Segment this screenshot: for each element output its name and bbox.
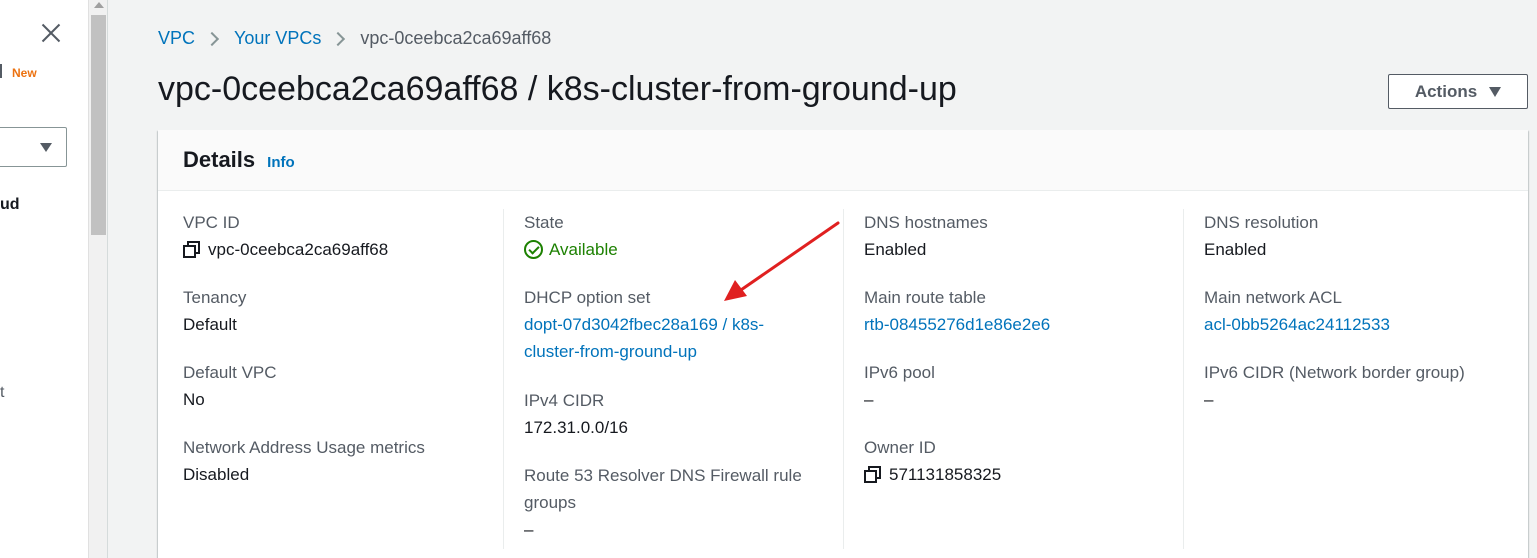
scroll-thumb[interactable] bbox=[91, 15, 106, 235]
vpc-id-value: vpc-0ceebca2ca69aff68 bbox=[208, 240, 389, 259]
owner-id-value: 571131858325 bbox=[889, 465, 1002, 484]
default-vpc-value: No bbox=[183, 390, 205, 409]
field-label: DNS resolution bbox=[1204, 213, 1319, 232]
ipv6-pool-value: – bbox=[864, 390, 874, 409]
field-ipv6-pool: IPv6 pool – bbox=[864, 359, 935, 413]
copy-icon[interactable] bbox=[864, 466, 881, 483]
details-column-2: State Available DHCP option set dopt-07d… bbox=[503, 209, 843, 549]
details-column-4: DNS resolution Enabled Main network ACL … bbox=[1183, 209, 1528, 549]
page-title: vpc-0ceebca2ca69aff68 / k8s-cluster-from… bbox=[158, 70, 957, 108]
state-value-row: Available bbox=[524, 236, 618, 263]
owner-id-row: 571131858325 bbox=[864, 461, 1001, 488]
field-label: DNS hostnames bbox=[864, 213, 988, 232]
field-nau-metrics: Network Address Usage metrics Disabled bbox=[183, 434, 425, 488]
field-label: IPv4 CIDR bbox=[524, 391, 605, 410]
field-label: Owner ID bbox=[864, 438, 936, 457]
field-label-line-1: Route 53 Resolver DNS Firewall rule bbox=[524, 466, 802, 485]
details-header: Details Info bbox=[158, 130, 1528, 191]
dhcp-link-line-2: cluster-from-ground-up bbox=[524, 342, 697, 361]
breadcrumb-current: vpc-0ceebca2ca69aff68 bbox=[360, 28, 552, 48]
nau-metrics-value: Disabled bbox=[183, 465, 250, 484]
status-success-icon bbox=[524, 240, 543, 259]
new-badge: New bbox=[12, 66, 37, 80]
field-ipv6-cidr: IPv6 CIDR (Network border group) – bbox=[1204, 359, 1465, 413]
field-main-route-table: Main route table rtb-08455276d1e86e2e6 bbox=[864, 284, 1050, 338]
details-columns: VPC ID vpc-0ceebca2ca69aff68 Tenancy Def… bbox=[158, 191, 1528, 558]
details-title: Details bbox=[183, 147, 256, 172]
caret-down-icon bbox=[40, 143, 52, 152]
nav-filter-select[interactable] bbox=[0, 127, 67, 167]
nav-section-heading: ud bbox=[0, 196, 20, 213]
field-tenancy: Tenancy Default bbox=[183, 284, 246, 338]
field-value-row: vpc-0ceebca2ca69aff68 bbox=[183, 236, 388, 263]
field-vpc-id: VPC ID vpc-0ceebca2ca69aff68 bbox=[183, 209, 388, 263]
field-label: IPv6 CIDR (Network border group) bbox=[1204, 363, 1465, 382]
actions-label: Actions bbox=[1414, 81, 1478, 101]
dhcp-option-set-link[interactable]: dopt-07d3042fbec28a169 / k8s- cluster-fr… bbox=[524, 311, 764, 365]
main-network-acl-link[interactable]: acl-0bb5264ac24112533 bbox=[1204, 311, 1390, 338]
breadcrumb: VPC Your VPCs vpc-0ceebca2ca69aff68 bbox=[158, 28, 551, 49]
route53-value: – bbox=[524, 520, 534, 539]
field-ipv4-cidr: IPv4 CIDR 172.31.0.0/16 bbox=[524, 387, 628, 441]
caret-down-icon bbox=[1489, 86, 1502, 97]
ipv6-cidr-value: – bbox=[1204, 390, 1214, 409]
nav-item[interactable]: t bbox=[0, 384, 4, 402]
state-value: Available bbox=[549, 240, 618, 259]
field-label: State bbox=[524, 213, 564, 232]
chevron-right-icon bbox=[331, 31, 346, 46]
info-link[interactable]: Info bbox=[267, 154, 295, 171]
copy-icon[interactable] bbox=[183, 241, 200, 258]
external-link-icon bbox=[0, 64, 3, 78]
field-owner-id: Owner ID 571131858325 bbox=[864, 434, 1001, 488]
dns-resolution-value: Enabled bbox=[1204, 240, 1267, 259]
nav-scrollbar[interactable] bbox=[88, 0, 108, 558]
actions-button[interactable]: Actions bbox=[1388, 74, 1528, 109]
field-label-line-2: groups bbox=[524, 493, 576, 512]
field-label: VPC ID bbox=[183, 213, 240, 232]
dns-hostnames-value: Enabled bbox=[864, 240, 927, 259]
chevron-right-icon bbox=[204, 31, 220, 46]
details-column-3: DNS hostnames Enabled Main route table r… bbox=[843, 209, 1183, 549]
field-dns-resolution: DNS resolution Enabled bbox=[1204, 209, 1318, 263]
scroll-up-icon[interactable] bbox=[94, 2, 104, 8]
breadcrumb-vpc[interactable]: VPC bbox=[158, 28, 195, 49]
tenancy-value: Default bbox=[183, 315, 237, 334]
dhcp-link-line-1: dopt-07d3042fbec28a169 / k8s- bbox=[524, 315, 765, 334]
field-dhcp-option-set: DHCP option set dopt-07d3042fbec28a169 /… bbox=[524, 284, 764, 365]
close-icon[interactable] bbox=[38, 20, 64, 46]
ipv4-cidr-value: 172.31.0.0/16 bbox=[524, 418, 628, 437]
field-label: Main network ACL bbox=[1204, 288, 1342, 307]
details-panel: Details Info VPC ID vpc-0ceebca2ca69aff6… bbox=[158, 130, 1528, 558]
field-main-network-acl: Main network ACL acl-0bb5264ac24112533 bbox=[1204, 284, 1390, 338]
details-column-1: VPC ID vpc-0ceebca2ca69aff68 Tenancy Def… bbox=[183, 209, 503, 549]
field-default-vpc: Default VPC No bbox=[183, 359, 277, 413]
field-label: Default VPC bbox=[183, 363, 277, 382]
breadcrumb-your-vpcs[interactable]: Your VPCs bbox=[234, 28, 321, 49]
field-route53-firewall: Route 53 Resolver DNS Firewall rule grou… bbox=[524, 462, 802, 543]
field-dns-hostnames: DNS hostnames Enabled bbox=[864, 209, 988, 263]
field-state: State Available bbox=[524, 209, 618, 263]
field-label: IPv6 pool bbox=[864, 363, 935, 382]
field-label: Main route table bbox=[864, 288, 986, 307]
field-label: DHCP option set bbox=[524, 288, 651, 307]
main-route-table-link[interactable]: rtb-08455276d1e86e2e6 bbox=[864, 311, 1050, 338]
field-label: Network Address Usage metrics bbox=[183, 438, 425, 457]
field-label: Tenancy bbox=[183, 288, 247, 307]
side-navigation: New ud t bbox=[0, 0, 88, 558]
